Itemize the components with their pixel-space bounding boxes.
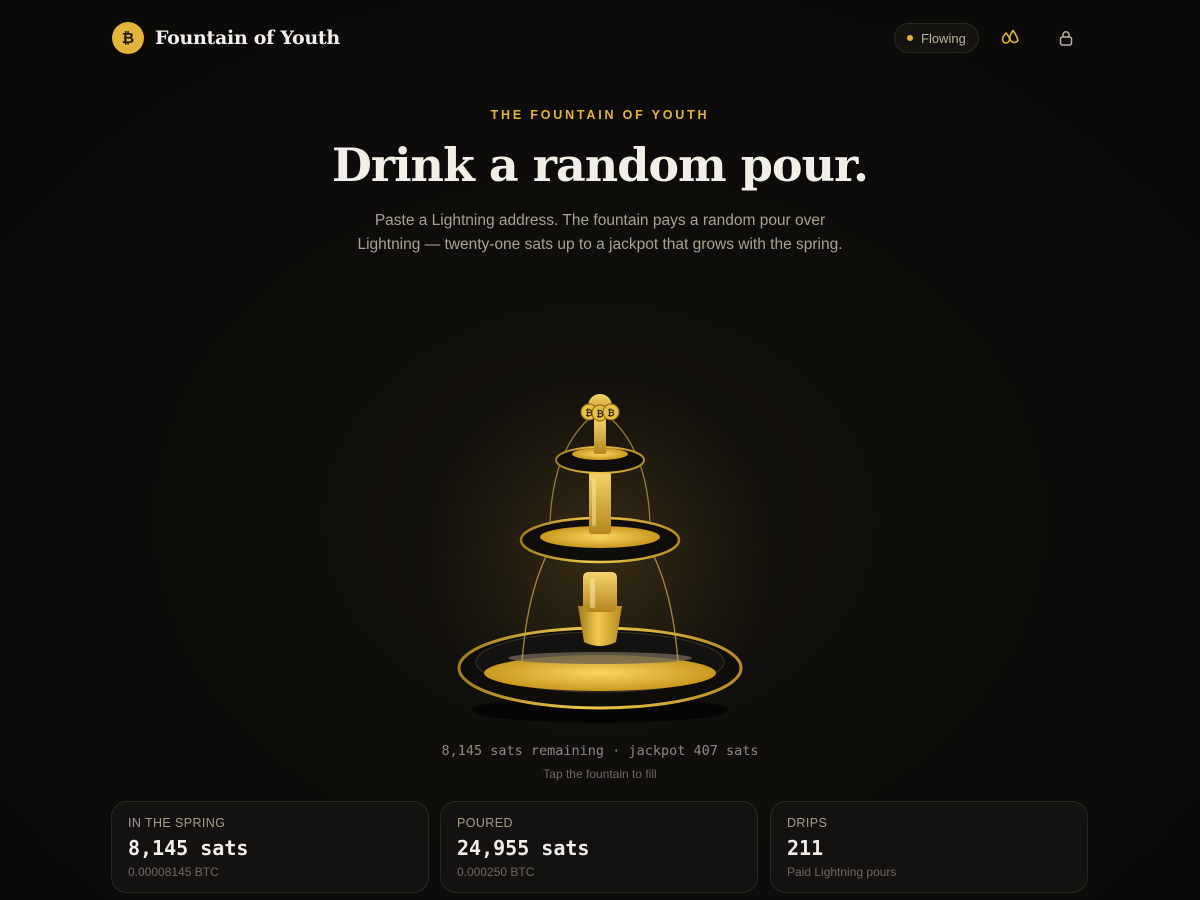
- brand[interactable]: ₿ Fountain of Youth: [112, 22, 340, 54]
- brand-name: Fountain of Youth: [155, 27, 340, 49]
- status-label: Flowing: [921, 30, 966, 46]
- status-badge: Flowing: [894, 23, 979, 53]
- remaining-text: 8,145 sats remaining · jackpot 407 sats: [441, 743, 759, 759]
- stat-label: POURED: [457, 816, 513, 830]
- stat-value: 8,145 sats: [128, 836, 249, 860]
- stat-sub: 0.00008145 BTC: [128, 865, 219, 879]
- stat-card-drips: DRIPS 211 Paid Lightning pours: [770, 801, 1088, 893]
- stat-sub: 0.000250 BTC: [457, 865, 535, 879]
- subtitle-line-2: Lightning — twenty-one sats up to a jack…: [357, 236, 843, 253]
- fountain-button[interactable]: ₿ ₿ ₿: [440, 380, 760, 730]
- stat-value: 211: [787, 836, 824, 860]
- bitcoin-logo-icon: ₿: [112, 22, 144, 54]
- stat-label: DRIPS: [787, 816, 828, 830]
- subtitle-line-1: Paste a Lightning address. The fountain …: [374, 212, 826, 229]
- eyebrow: THE FOUNTAIN OF YOUTH: [490, 108, 710, 122]
- stat-card-spring: IN THE SPRING 8,145 sats 0.00008145 BTC: [111, 801, 429, 893]
- subtitle: Paste a Lightning address. The fountain …: [330, 209, 870, 257]
- tap-hint: Tap the fountain to fill: [543, 767, 657, 781]
- stat-label: IN THE SPRING: [128, 816, 226, 830]
- coin-3-icon: ₿: [607, 408, 614, 419]
- fountain-illustration: ₿ ₿ ₿: [457, 394, 743, 723]
- stat-sub: Paid Lightning pours: [787, 865, 897, 879]
- stat-value: 24,955 sats: [457, 836, 590, 860]
- stat-card-poured: POURED 24,955 sats 0.000250 BTC: [440, 801, 758, 893]
- status-dot-icon: [907, 35, 913, 41]
- coin-1-icon: ₿: [585, 408, 592, 419]
- page-title: Drink a random pour.: [331, 138, 869, 192]
- droplets-icon[interactable]: [998, 26, 1022, 50]
- coin-2-icon: ₿: [596, 409, 603, 420]
- lock-icon[interactable]: [1054, 26, 1078, 50]
